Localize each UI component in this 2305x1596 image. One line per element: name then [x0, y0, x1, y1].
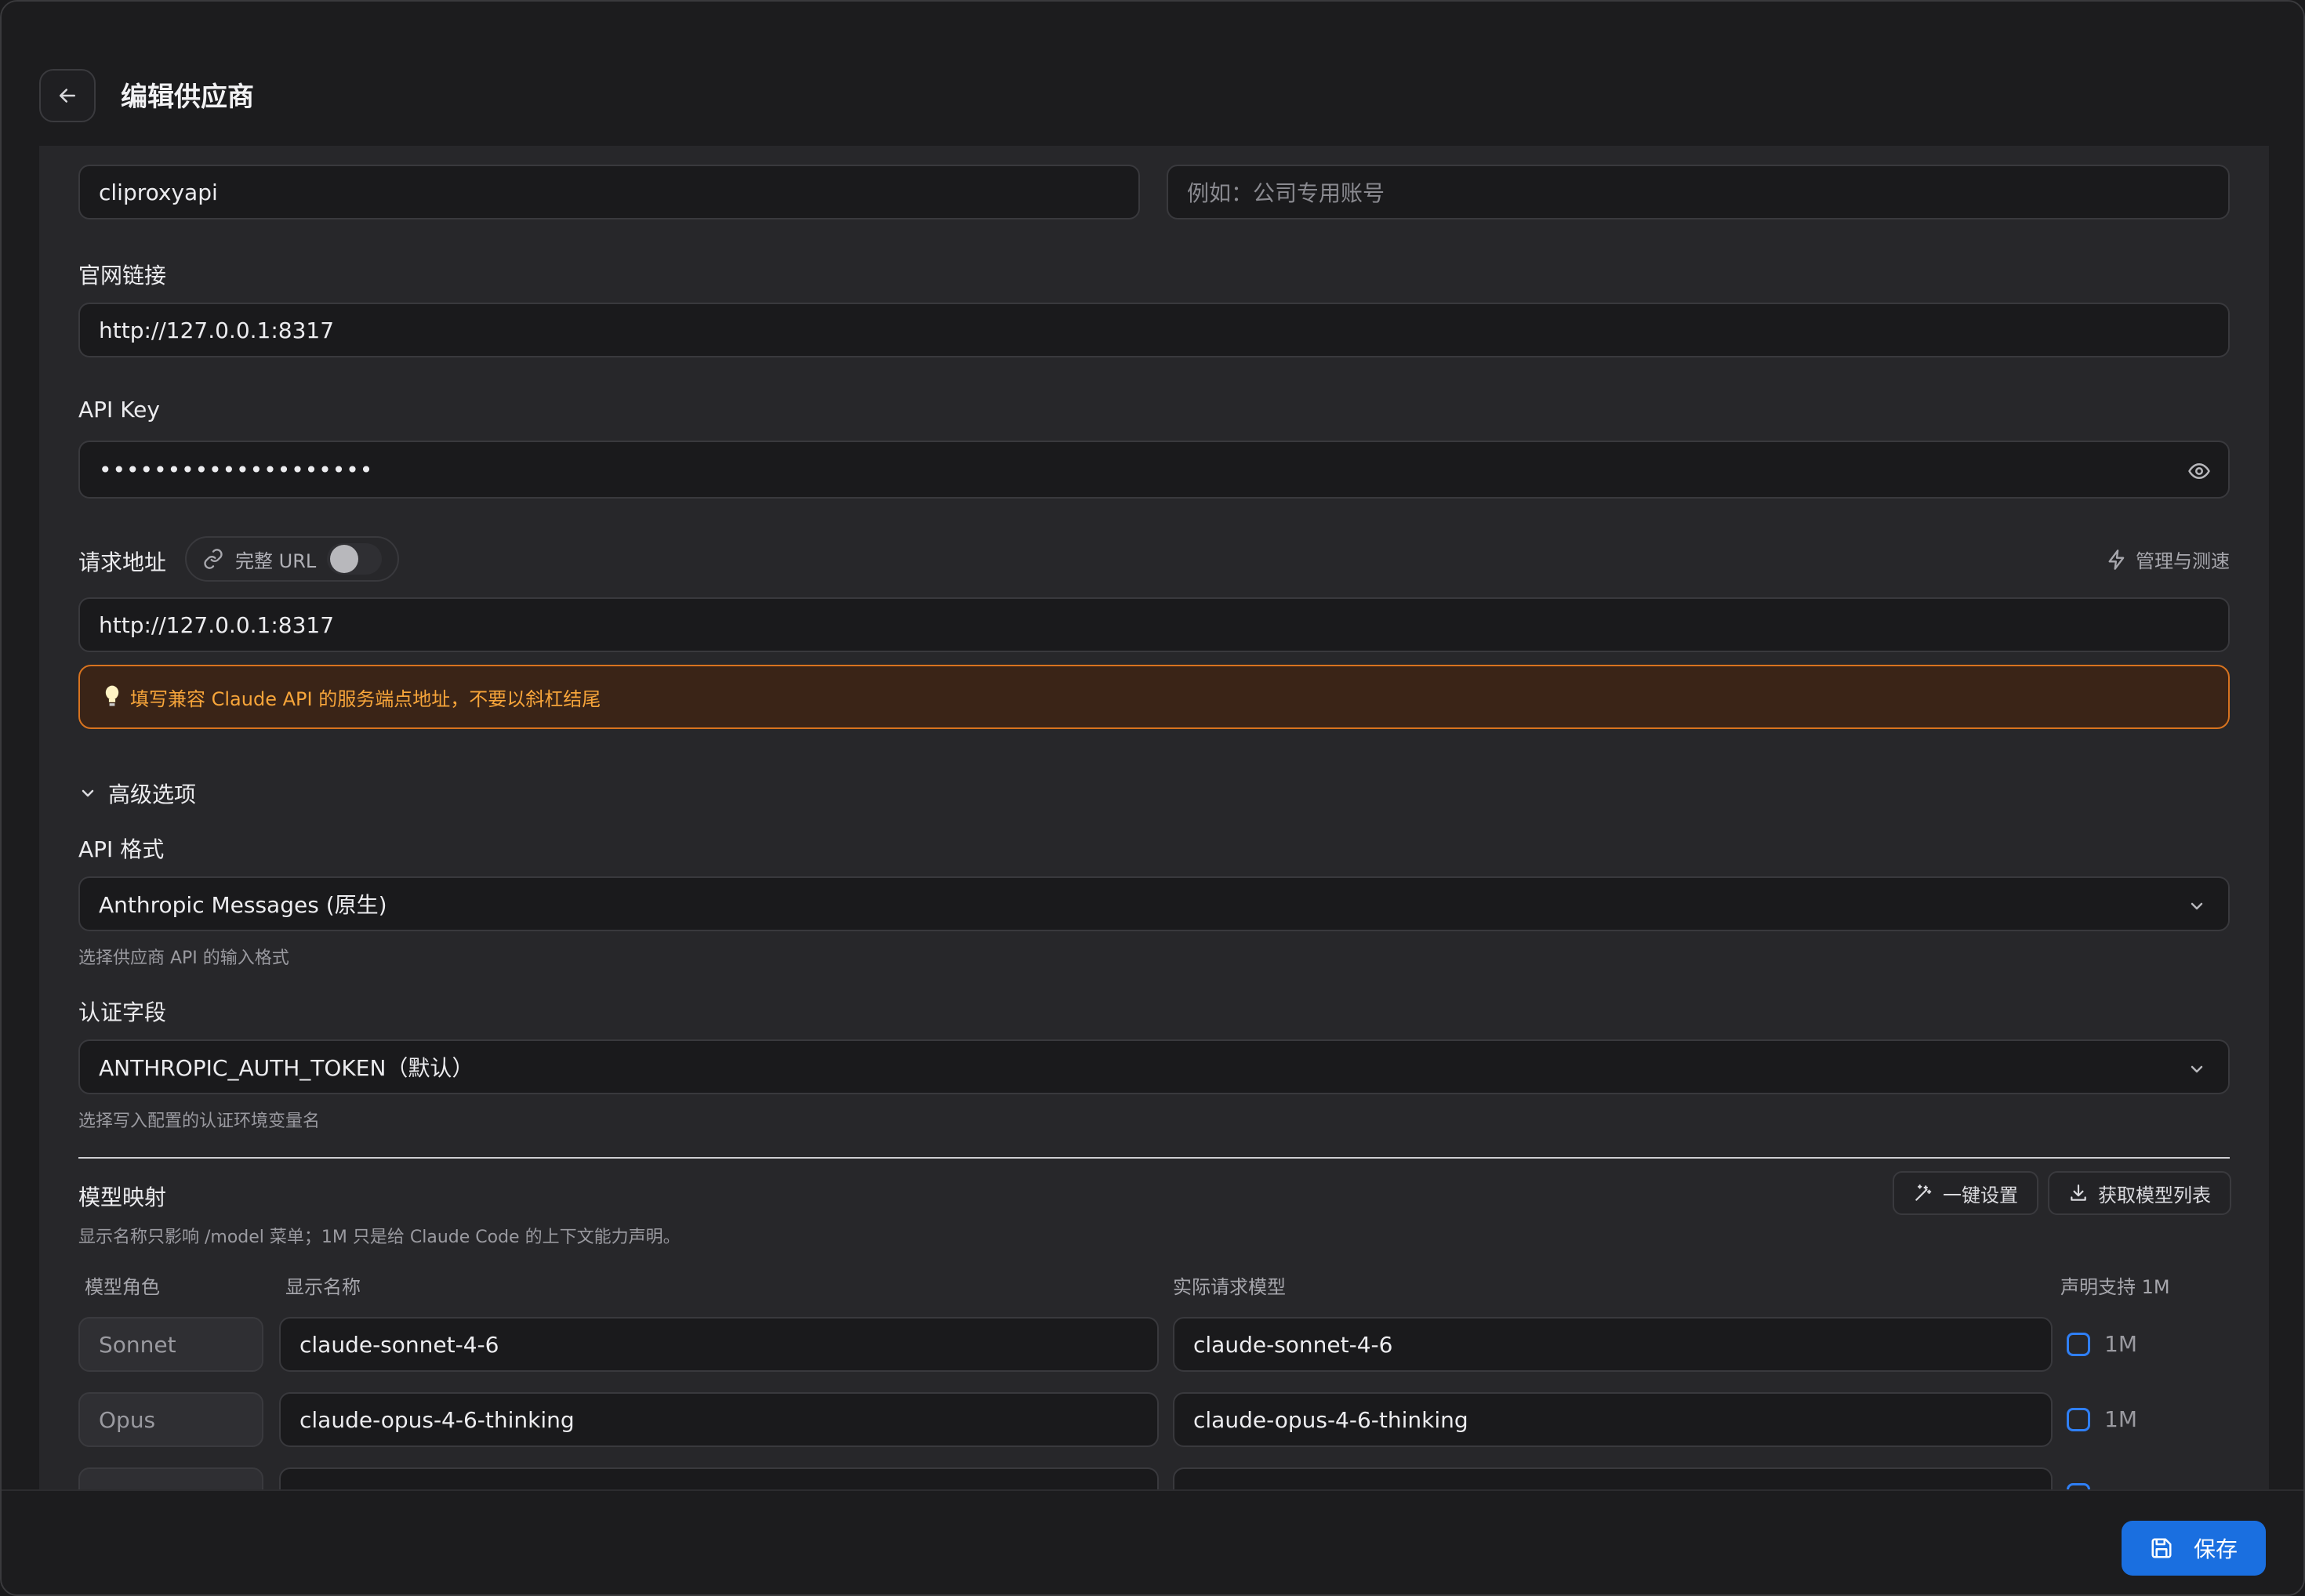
- notes-input[interactable]: 例如：公司专用账号: [1167, 165, 2230, 219]
- lightbulb-icon: [105, 685, 119, 706]
- model-role-cell: Sonnet: [78, 1317, 263, 1372]
- auth-field-select[interactable]: ANTHROPIC_AUTH_TOKEN（默认）: [78, 1039, 2230, 1094]
- one-click-setup-button[interactable]: 一键设置: [1893, 1171, 2038, 1215]
- api-format-hint: 选择供应商 API 的输入格式: [78, 949, 289, 968]
- app-window: 编辑供应商 cliproxyapi 例如：公司专用账号 官网链接 http://…: [0, 0, 2305, 1596]
- endpoint-hint-banner: 填写兼容 Claude API 的服务端点地址，不要以斜杠结尾: [78, 665, 2230, 729]
- advanced-options-label: 高级选项: [108, 782, 197, 807]
- fetch-model-list-button[interactable]: 获取模型列表: [2048, 1171, 2231, 1215]
- column-header-actual-model: 实际请求模型: [1173, 1276, 1286, 1298]
- display-name-input[interactable]: [279, 1467, 1159, 1489]
- link-icon: [204, 549, 223, 569]
- chevron-down-icon: [2191, 1065, 2203, 1073]
- api-key-label: API Key: [78, 397, 160, 423]
- column-header-display-name: 显示名称: [285, 1276, 361, 1298]
- save-label: 保存: [2193, 1536, 2238, 1562]
- footer-bar: 保存: [2, 1489, 2303, 1594]
- api-key-input[interactable]: ••••••••••••••••••••: [78, 441, 2230, 499]
- endpoint-hint-text: 填写兼容 Claude API 的服务端点地址，不要以斜杠结尾: [130, 687, 601, 710]
- model-role-cell: Opus: [78, 1392, 263, 1447]
- model-mapping-description: 显示名称只影响 /model 菜单；1M 只是给 Claude Code 的上下…: [78, 1228, 681, 1247]
- auth-field-value: ANTHROPIC_AUTH_TOKEN（默认）: [99, 1055, 474, 1081]
- api-format-select[interactable]: Anthropic Messages (原生): [78, 876, 2230, 931]
- save-icon: [2151, 1538, 2172, 1558]
- back-button[interactable]: [39, 69, 96, 122]
- column-header-support-1m: 声明支持 1M: [2060, 1276, 2170, 1298]
- support-1m-checkbox[interactable]: [2067, 1408, 2090, 1431]
- endpoint-label: 请求地址: [78, 550, 167, 575]
- website-label: 官网链接: [78, 263, 167, 288]
- chevron-down-icon: [82, 789, 94, 797]
- header: 编辑供应商: [2, 2, 2303, 146]
- chevron-down-icon: [2191, 902, 2203, 910]
- actual-model-input[interactable]: claude-opus-4-6-thinking: [1173, 1392, 2053, 1447]
- lightning-icon: [2108, 549, 2125, 570]
- api-format-value: Anthropic Messages (原生): [99, 892, 387, 918]
- full-url-switch[interactable]: [327, 543, 383, 575]
- save-button[interactable]: 保存: [2122, 1521, 2266, 1576]
- section-divider: [78, 1157, 2230, 1159]
- arrow-left-icon: [60, 89, 75, 103]
- display-name-input[interactable]: claude-opus-4-6-thinking: [279, 1392, 1159, 1447]
- display-name-input[interactable]: claude-sonnet-4-6: [279, 1317, 1159, 1372]
- eye-icon[interactable]: [2187, 459, 2211, 488]
- one-click-setup-label: 一键设置: [1943, 1184, 2018, 1206]
- form-scroll-area[interactable]: cliproxyapi 例如：公司专用账号 官网链接 http://127.0.…: [39, 146, 2269, 1489]
- model-role-cell: [78, 1467, 263, 1489]
- full-url-label: 完整 URL: [235, 550, 317, 572]
- auth-field-hint: 选择写入配置的认证环境变量名: [78, 1112, 321, 1131]
- column-header-role: 模型角色: [85, 1276, 160, 1298]
- magic-wand-icon: [1915, 1184, 1932, 1201]
- endpoint-input[interactable]: http://127.0.0.1:8317: [78, 597, 2230, 652]
- switch-knob: [330, 545, 359, 573]
- auth-field-label: 认证字段: [78, 999, 167, 1025]
- download-icon: [2071, 1184, 2086, 1201]
- manage-speedtest-link[interactable]: 管理与测速: [2106, 546, 2230, 573]
- support-1m-checkbox[interactable]: [2067, 1333, 2090, 1356]
- full-url-toggle[interactable]: 完整 URL: [185, 536, 400, 582]
- page-title: 编辑供应商: [121, 82, 254, 113]
- support-1m-checkbox[interactable]: [2067, 1483, 2090, 1489]
- model-mapping-title: 模型映射: [78, 1184, 167, 1210]
- actual-model-input[interactable]: [1173, 1467, 2053, 1489]
- website-input[interactable]: http://127.0.0.1:8317: [78, 303, 2230, 357]
- support-1m-label: 1M: [2104, 1331, 2137, 1357]
- actual-model-input[interactable]: claude-sonnet-4-6: [1173, 1317, 2053, 1372]
- api-format-label: API 格式: [78, 836, 165, 862]
- manage-speedtest-label: 管理与测速: [2136, 550, 2230, 572]
- provider-name-input[interactable]: cliproxyapi: [78, 165, 1140, 219]
- support-1m-label: 1M: [2104, 1406, 2137, 1432]
- advanced-options-toggle[interactable]: 高级选项: [78, 778, 196, 809]
- fetch-model-list-label: 获取模型列表: [2098, 1184, 2211, 1206]
- api-key-value: ••••••••••••••••••••: [99, 456, 374, 483]
